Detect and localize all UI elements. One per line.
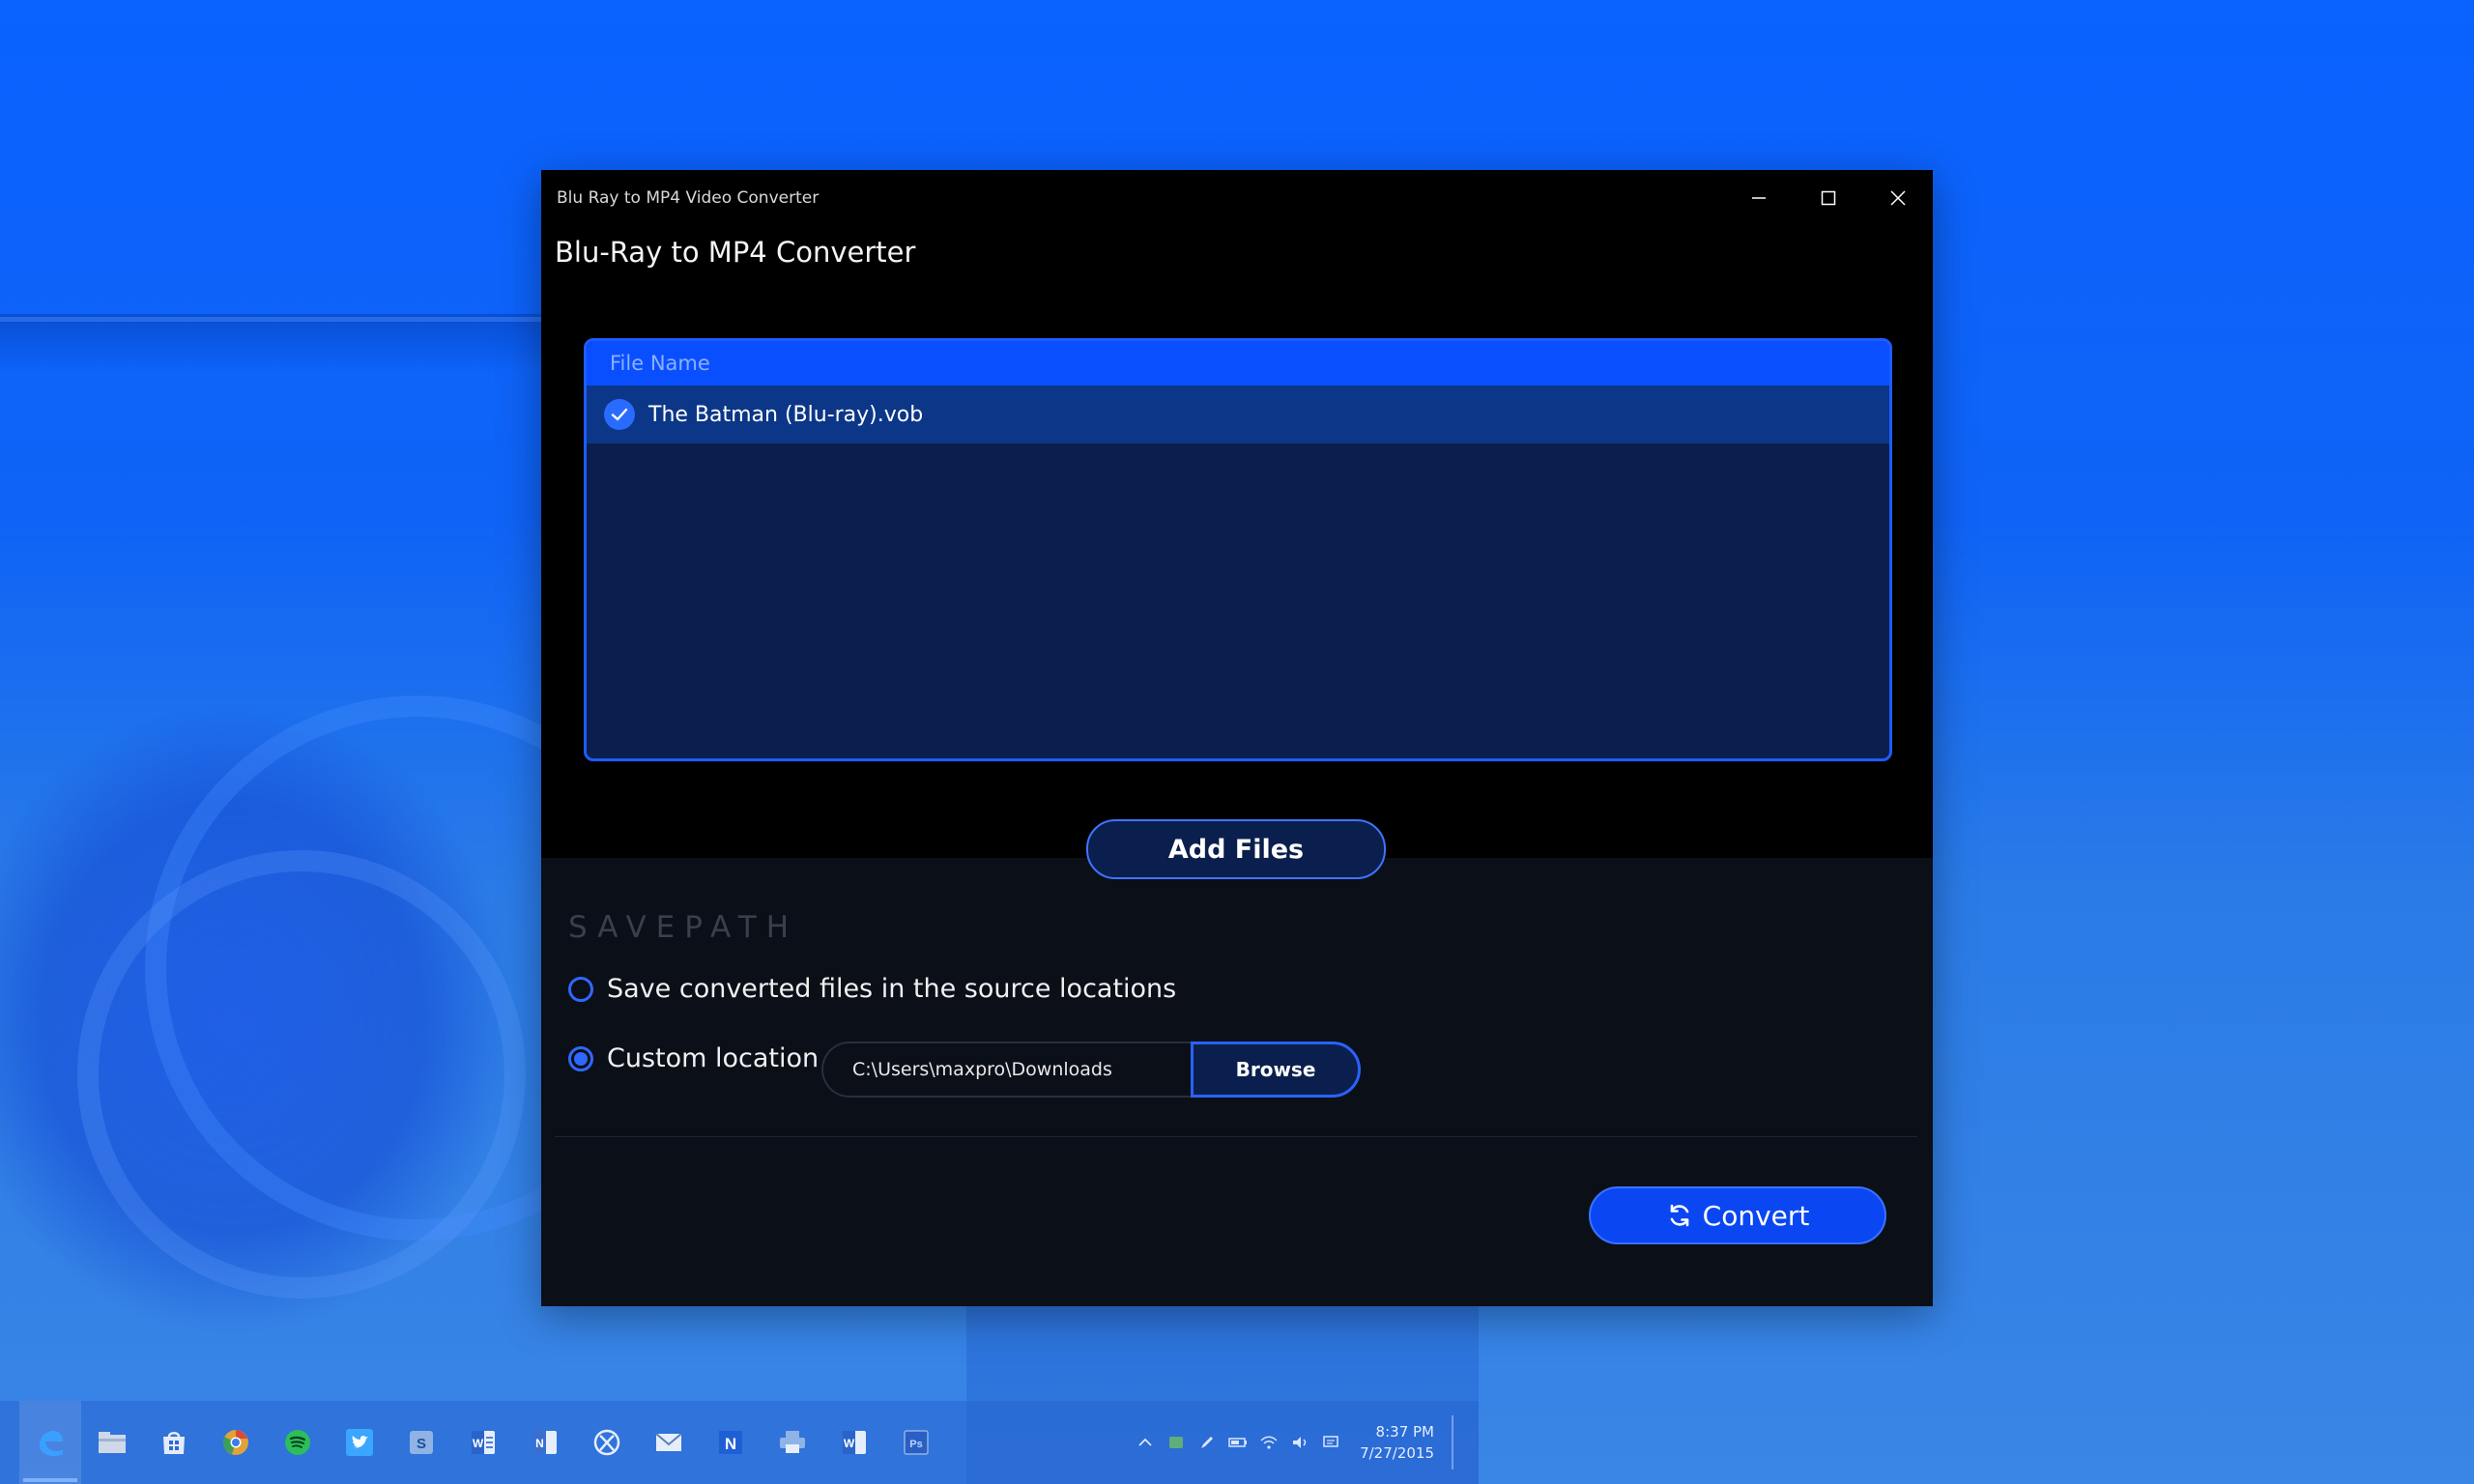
checkmark-icon bbox=[611, 408, 628, 421]
savepath-heading: SAVEPATH bbox=[568, 910, 799, 945]
printer-icon bbox=[780, 1431, 805, 1453]
file-list[interactable]: File Name The Batman (Blu-ray).vob bbox=[584, 338, 1892, 761]
tray-volume[interactable] bbox=[1284, 1401, 1315, 1484]
photoshop-icon: Ps bbox=[904, 1430, 929, 1455]
taskbar-pinned-apps: S W N N W Ps bbox=[0, 1401, 947, 1484]
edge-icon bbox=[40, 1431, 63, 1456]
tray-overflow-button[interactable] bbox=[1130, 1401, 1161, 1484]
svg-text:W: W bbox=[473, 1437, 484, 1450]
taskbar-file-explorer[interactable] bbox=[81, 1401, 143, 1484]
minimize-icon bbox=[1752, 197, 1766, 199]
clock-date: 7/27/2015 bbox=[1360, 1444, 1434, 1462]
taskbar-store[interactable] bbox=[143, 1401, 205, 1484]
taskbar-news[interactable]: N bbox=[700, 1401, 762, 1484]
maximize-button[interactable] bbox=[1794, 170, 1863, 226]
close-icon bbox=[1890, 190, 1906, 206]
convert-label: Convert bbox=[1702, 1199, 1810, 1232]
twitter-icon bbox=[346, 1429, 373, 1456]
path-input-group: Browse bbox=[821, 1042, 1361, 1098]
chrome-icon bbox=[222, 1430, 248, 1455]
taskbar-chrome[interactable] bbox=[205, 1401, 267, 1484]
divider bbox=[555, 1136, 1917, 1137]
file-list-header[interactable]: File Name bbox=[587, 341, 1889, 385]
tray-notifications[interactable] bbox=[1315, 1401, 1346, 1484]
skype-icon: S bbox=[410, 1431, 433, 1454]
clock-time: 8:37 PM bbox=[1375, 1423, 1434, 1441]
taskbar-edge[interactable] bbox=[19, 1401, 81, 1484]
maximize-icon bbox=[1821, 190, 1836, 206]
radio-selected-dot bbox=[574, 1051, 588, 1066]
option-custom-location[interactable]: Custom location bbox=[568, 1043, 819, 1073]
option-source-label: Save converted files in the source locat… bbox=[607, 974, 1177, 1004]
desktop-stripe-line bbox=[0, 317, 541, 322]
mail-icon bbox=[655, 1433, 682, 1451]
page-title: Blu-Ray to MP4 Converter bbox=[555, 236, 916, 269]
svg-text:N: N bbox=[535, 1437, 544, 1450]
store-icon bbox=[163, 1432, 185, 1454]
taskbar-photoshop[interactable]: Ps bbox=[885, 1401, 947, 1484]
desktop-wallpaper-ring bbox=[77, 850, 526, 1298]
wifi-icon bbox=[1260, 1436, 1278, 1449]
radio-source-location[interactable] bbox=[568, 976, 593, 1002]
battery-icon bbox=[1228, 1438, 1248, 1447]
file-row[interactable]: The Batman (Blu-ray).vob bbox=[587, 385, 1889, 443]
tray-wifi[interactable] bbox=[1253, 1401, 1284, 1484]
browse-button[interactable]: Browse bbox=[1191, 1042, 1361, 1098]
tray-app-1[interactable] bbox=[1161, 1401, 1192, 1484]
onenote-icon: N bbox=[533, 1431, 557, 1454]
taskbar-twitter[interactable] bbox=[329, 1401, 390, 1484]
chevron-up-icon bbox=[1138, 1438, 1152, 1446]
window-title: Blu Ray to MP4 Video Converter bbox=[557, 188, 820, 208]
system-tray: 8:37 PM 7/27/2015 bbox=[1130, 1401, 1479, 1484]
svg-text:W: W bbox=[844, 1437, 855, 1450]
taskbar-clock[interactable]: 8:37 PM 7/27/2015 bbox=[1346, 1421, 1452, 1464]
shield-icon bbox=[1169, 1437, 1184, 1448]
notification-icon bbox=[1323, 1436, 1338, 1447]
row-checkbox[interactable] bbox=[604, 399, 635, 430]
svg-text:S: S bbox=[417, 1436, 426, 1452]
spotify-icon bbox=[285, 1430, 310, 1455]
window-controls bbox=[1724, 170, 1933, 226]
add-files-button[interactable]: Add Files bbox=[1086, 819, 1386, 879]
minimize-button[interactable] bbox=[1724, 170, 1794, 226]
convert-button[interactable]: Convert bbox=[1589, 1186, 1886, 1244]
titlebar[interactable]: Blu Ray to MP4 Video Converter bbox=[541, 170, 1933, 226]
word-icon: W bbox=[843, 1431, 866, 1454]
taskbar-spotify[interactable] bbox=[267, 1401, 329, 1484]
header-area: Blu-Ray to MP4 Converter File Name The B… bbox=[541, 226, 1933, 879]
volume-icon bbox=[1293, 1437, 1307, 1448]
tray-pen[interactable] bbox=[1192, 1401, 1223, 1484]
desktop-stripe bbox=[0, 314, 541, 372]
taskbar-word[interactable]: W bbox=[452, 1401, 514, 1484]
pen-icon bbox=[1201, 1437, 1214, 1448]
xbox-icon bbox=[593, 1429, 620, 1456]
show-desktop-separator[interactable] bbox=[1452, 1415, 1453, 1470]
taskbar-skype[interactable]: S bbox=[390, 1401, 452, 1484]
word-icon: W bbox=[472, 1431, 495, 1454]
taskbar: S W N N W Ps 8:37 PM 7/27/2015 bbox=[0, 1401, 1479, 1484]
column-header-file-name: File Name bbox=[610, 352, 710, 375]
file-name: The Batman (Blu-ray).vob bbox=[648, 402, 924, 427]
svg-text:Ps: Ps bbox=[909, 1439, 922, 1450]
save-path-input[interactable] bbox=[821, 1042, 1191, 1098]
refresh-icon bbox=[1670, 1204, 1688, 1227]
option-custom-label: Custom location bbox=[607, 1043, 820, 1073]
close-button[interactable] bbox=[1863, 170, 1933, 226]
radio-custom-location[interactable] bbox=[568, 1045, 593, 1071]
news-icon: N bbox=[719, 1431, 742, 1454]
taskbar-word-2[interactable]: W bbox=[823, 1401, 885, 1484]
taskbar-mail[interactable] bbox=[638, 1401, 700, 1484]
taskbar-printer[interactable] bbox=[762, 1401, 823, 1484]
taskbar-onenote[interactable]: N bbox=[514, 1401, 576, 1484]
svg-text:N: N bbox=[725, 1435, 736, 1453]
savepath-section: SAVEPATH Save converted files in the sou… bbox=[541, 858, 1933, 1306]
taskbar-xbox[interactable] bbox=[576, 1401, 638, 1484]
file-explorer-icon bbox=[99, 1432, 126, 1453]
app-window: Blu Ray to MP4 Video Converter Blu-Ray t… bbox=[541, 170, 1933, 1306]
option-source-location[interactable]: Save converted files in the source locat… bbox=[568, 974, 1176, 1004]
tray-battery[interactable] bbox=[1223, 1401, 1253, 1484]
